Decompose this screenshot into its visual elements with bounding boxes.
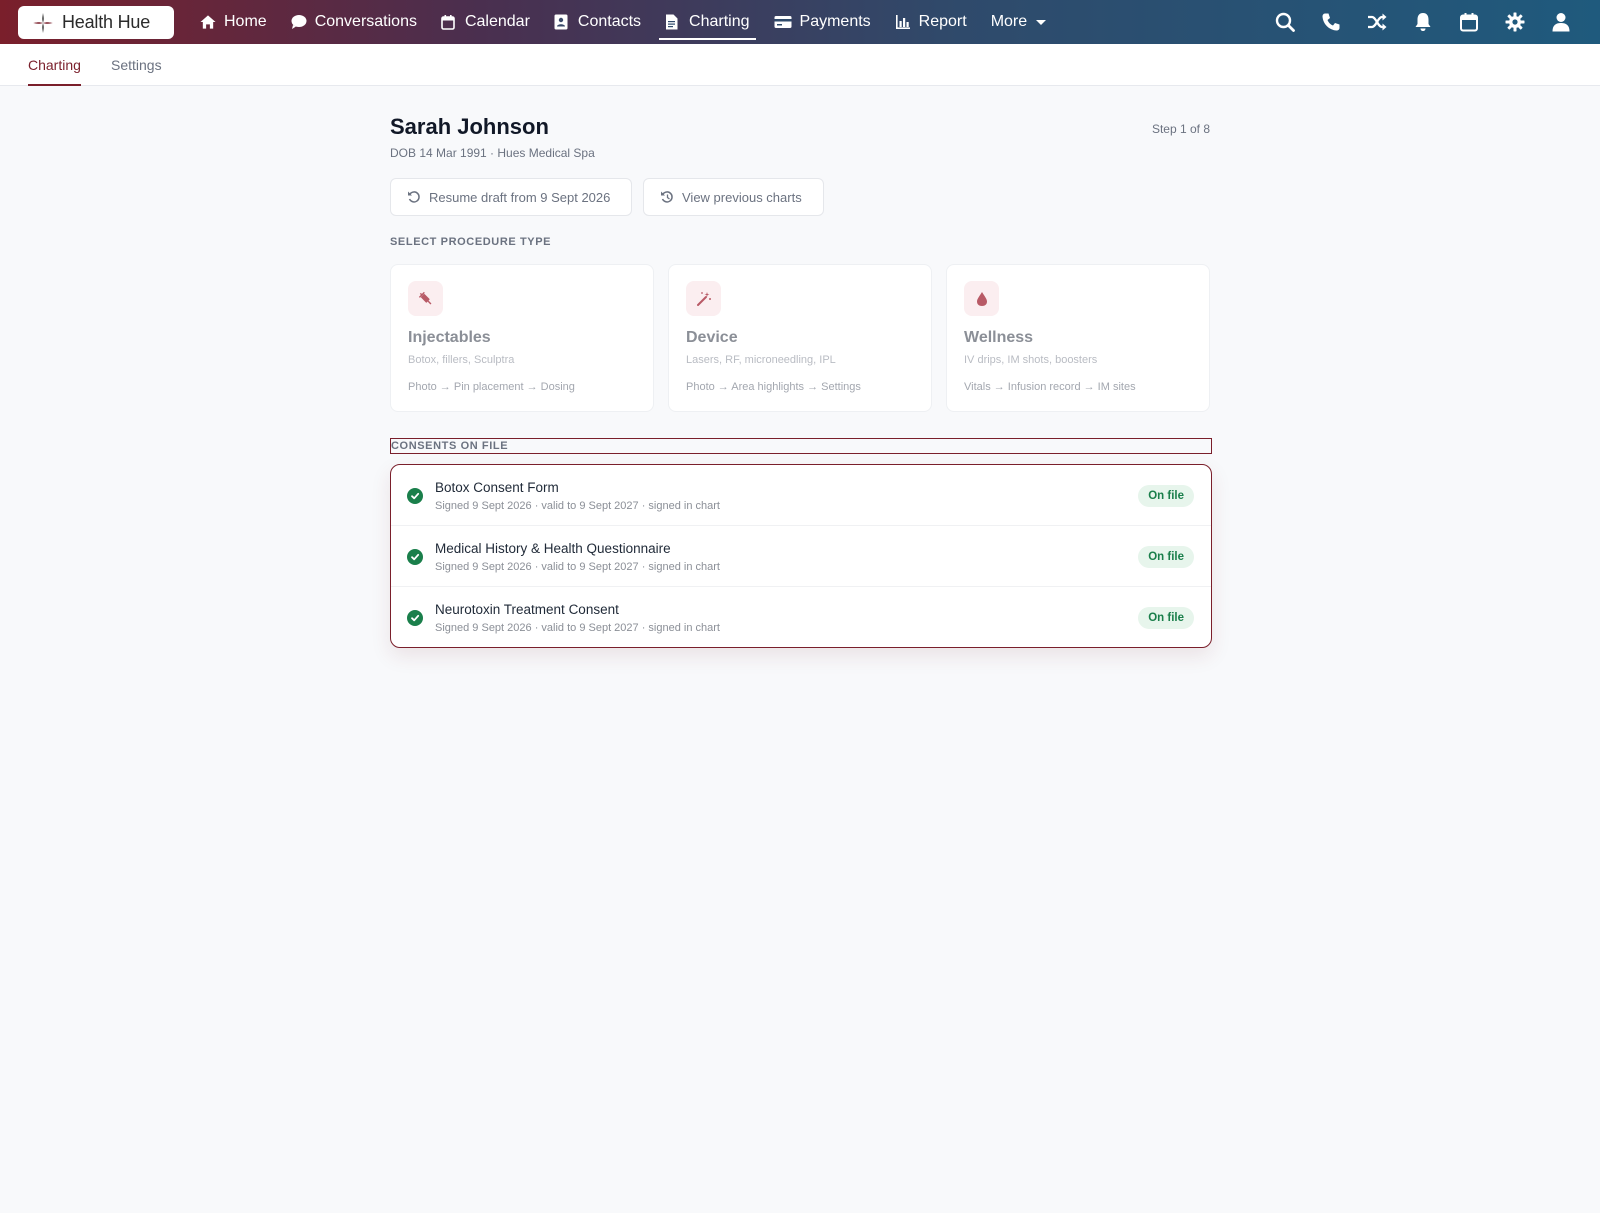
contact-card-icon bbox=[554, 14, 570, 30]
brand-logo[interactable]: Health Hue bbox=[18, 6, 174, 39]
patient-details: DOB 14 Mar 1991 · Hues Medical Spa bbox=[390, 146, 595, 160]
undo-icon bbox=[407, 190, 421, 204]
view-previous-charts-button[interactable]: View previous charts bbox=[643, 178, 824, 216]
nav-home[interactable]: Home bbox=[188, 0, 279, 44]
user-icon[interactable] bbox=[1538, 0, 1584, 44]
wand-icon bbox=[686, 281, 721, 316]
check-circle-icon bbox=[407, 488, 423, 504]
check-circle-icon bbox=[407, 549, 423, 565]
card-description: IV drips, IM shots, boosters bbox=[964, 354, 1098, 366]
nav-calendar-label: Calendar bbox=[464, 13, 530, 30]
card-workflow: Photo → Pin placement → Dosing bbox=[408, 381, 575, 393]
status-badge: On file bbox=[1138, 485, 1194, 507]
shuffle-icon[interactable] bbox=[1354, 0, 1400, 44]
nav-conversations-label: Conversations bbox=[314, 13, 417, 30]
consent-meta: Signed 9 Sept 2026 · valid to 9 Sept 202… bbox=[435, 622, 720, 634]
consents-section-label: CONSENTS ON FILE bbox=[391, 440, 509, 452]
nav-more-dropdown[interactable]: More bbox=[979, 0, 1059, 44]
phone-icon[interactable] bbox=[1308, 0, 1354, 44]
credit-card-icon bbox=[774, 14, 792, 30]
calendar-icon bbox=[441, 14, 457, 30]
bar-chart-icon bbox=[895, 14, 911, 30]
nav-payments[interactable]: Payments bbox=[762, 0, 883, 44]
consent-row[interactable]: Botox Consent Form Signed 9 Sept 2026 · … bbox=[391, 465, 1211, 526]
card-description: Botox, fillers, Sculptra bbox=[408, 354, 515, 366]
syringe-icon bbox=[408, 281, 443, 316]
tab-charting-label: Charting bbox=[28, 57, 81, 73]
bell-icon[interactable] bbox=[1400, 0, 1446, 44]
card-description: Lasers, RF, microneedling, IPL bbox=[686, 354, 836, 366]
tab-settings[interactable]: Settings bbox=[111, 44, 162, 86]
nav-conversations[interactable]: Conversations bbox=[279, 0, 429, 44]
main-nav: Home Conversations Calendar Contacts Cha… bbox=[188, 0, 1059, 44]
nav-payments-label: Payments bbox=[799, 13, 871, 30]
consent-row[interactable]: Medical History & Health Questionnaire S… bbox=[391, 526, 1211, 587]
gear-icon[interactable] bbox=[1492, 0, 1538, 44]
sub-navigation: Charting Settings bbox=[0, 44, 1600, 86]
procedure-card-injectables[interactable]: Injectables Botox, fillers, Sculptra Pho… bbox=[390, 264, 654, 412]
view-previous-label: View previous charts bbox=[682, 189, 802, 205]
card-workflow: Vitals → Infusion record → IM sites bbox=[964, 381, 1136, 393]
search-icon[interactable] bbox=[1262, 0, 1308, 44]
procedure-card-wellness[interactable]: Wellness IV drips, IM shots, boosters Vi… bbox=[946, 264, 1210, 412]
nav-contacts[interactable]: Contacts bbox=[542, 0, 653, 44]
patient-name: Sarah Johnson bbox=[390, 114, 549, 139]
procedure-card-device[interactable]: Device Lasers, RF, microneedling, IPL Ph… bbox=[668, 264, 932, 412]
consents-list: Botox Consent Form Signed 9 Sept 2026 · … bbox=[390, 464, 1212, 648]
utility-icons bbox=[1262, 0, 1584, 44]
nav-report[interactable]: Report bbox=[883, 0, 979, 44]
nav-charting-label: Charting bbox=[689, 13, 750, 30]
calendar-icon[interactable] bbox=[1446, 0, 1492, 44]
consent-meta: Signed 9 Sept 2026 · valid to 9 Sept 202… bbox=[435, 500, 720, 512]
history-icon bbox=[660, 190, 674, 204]
consent-meta: Signed 9 Sept 2026 · valid to 9 Sept 202… bbox=[435, 561, 720, 573]
resume-draft-label: Resume draft from 9 Sept 2026 bbox=[429, 189, 611, 205]
procedure-cards: Injectables Botox, fillers, Sculptra Pho… bbox=[390, 264, 1210, 412]
procedure-section-label: SELECT PROCEDURE TYPE bbox=[390, 236, 552, 248]
top-navigation-bar: Health Hue Home Conversations Calendar C… bbox=[0, 0, 1600, 44]
consent-row[interactable]: Neurotoxin Treatment Consent Signed 9 Se… bbox=[391, 587, 1211, 647]
consent-title: Neurotoxin Treatment Consent bbox=[435, 602, 619, 617]
document-icon bbox=[665, 14, 681, 30]
tab-settings-label: Settings bbox=[111, 57, 162, 73]
card-title: Device bbox=[686, 329, 738, 346]
consents-section-label-box: CONSENTS ON FILE bbox=[390, 438, 1212, 454]
status-badge: On file bbox=[1138, 546, 1194, 568]
nav-charting[interactable]: Charting bbox=[653, 0, 761, 44]
card-title: Injectables bbox=[408, 329, 491, 346]
health-hue-logo-icon bbox=[32, 12, 54, 34]
nav-more-label: More bbox=[990, 13, 1028, 30]
home-icon bbox=[200, 14, 216, 30]
caret-down-icon bbox=[1035, 14, 1047, 30]
card-title: Wellness bbox=[964, 329, 1034, 346]
droplet-icon bbox=[964, 281, 999, 316]
consent-title: Medical History & Health Questionnaire bbox=[435, 541, 671, 556]
nav-calendar[interactable]: Calendar bbox=[429, 0, 542, 44]
status-badge: On file bbox=[1138, 607, 1194, 629]
step-indicator: Step 1 of 8 bbox=[1151, 122, 1210, 136]
card-workflow: Photo → Area highlights → Settings bbox=[686, 381, 861, 393]
resume-draft-button[interactable]: Resume draft from 9 Sept 2026 bbox=[390, 178, 632, 216]
nav-report-label: Report bbox=[918, 13, 967, 30]
consent-title: Botox Consent Form bbox=[435, 480, 559, 495]
chat-bubble-icon bbox=[291, 14, 307, 30]
nav-contacts-label: Contacts bbox=[577, 13, 642, 30]
check-circle-icon bbox=[407, 610, 423, 626]
nav-home-label: Home bbox=[224, 13, 267, 30]
brand-name: Health Hue bbox=[62, 12, 151, 32]
tab-charting[interactable]: Charting bbox=[28, 44, 81, 86]
